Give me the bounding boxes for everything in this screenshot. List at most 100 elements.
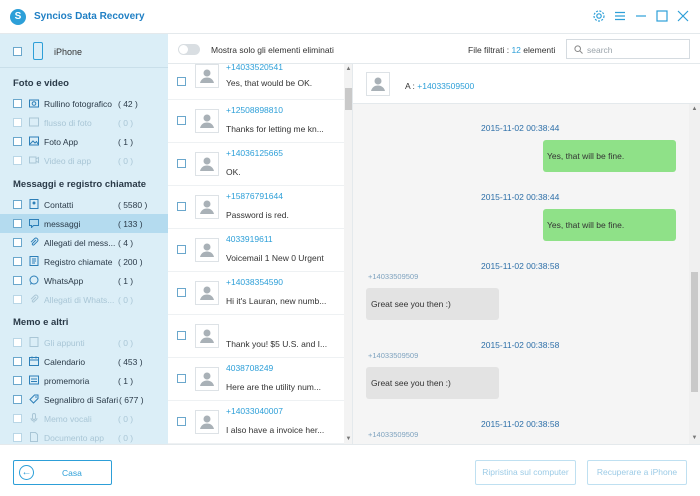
item-checkbox[interactable] bbox=[13, 395, 22, 404]
sidebar-item-app-videos: Video di app ( 0 ) bbox=[0, 151, 168, 170]
sidebar-item-count: ( 5580 ) bbox=[118, 200, 148, 210]
home-button[interactable]: ← Casa bbox=[13, 460, 112, 485]
message-timestamp: 2015-11-02 00:38:44 bbox=[481, 192, 560, 202]
item-checkbox[interactable] bbox=[13, 357, 22, 366]
message-timestamp: 2015-11-02 00:38:58 bbox=[481, 419, 560, 429]
camera-icon bbox=[29, 98, 39, 108]
sidebar-item-message-attachments[interactable]: Allegati del mess... ( 4 ) bbox=[0, 233, 168, 252]
recipient-prefix: A : bbox=[405, 81, 418, 91]
sent-message-bubble: Yes, that will be fine. bbox=[543, 140, 676, 172]
document-icon bbox=[29, 432, 39, 442]
list-item[interactable]: +14036125665 OK. bbox=[168, 143, 344, 186]
sidebar-item-label: Documento app bbox=[44, 433, 105, 443]
search-box[interactable] bbox=[566, 39, 690, 59]
minimize-icon[interactable] bbox=[634, 9, 648, 23]
sidebar-item-contacts[interactable]: Contatti ( 5580 ) bbox=[0, 195, 168, 214]
item-checkbox[interactable] bbox=[177, 374, 186, 383]
filter-suffix: elementi bbox=[520, 45, 556, 55]
recover-to-iphone-button[interactable]: Recuperare a iPhone bbox=[587, 460, 687, 485]
avatar-icon bbox=[195, 152, 219, 176]
sidebar-item-notes: Gli appunti ( 0 ) bbox=[0, 333, 168, 352]
list-item[interactable]: 4038708249 Here are the utility num... bbox=[168, 358, 344, 401]
scrollbar-thumb[interactable] bbox=[691, 272, 698, 392]
conversation-pane: A : +14033509500 2015-11-02 00:38:44 Yes… bbox=[353, 64, 700, 444]
item-checkbox[interactable] bbox=[177, 116, 186, 125]
close-icon[interactable] bbox=[676, 9, 690, 23]
scroll-up-arrow-icon[interactable]: ▲ bbox=[345, 66, 352, 72]
item-checkbox[interactable] bbox=[177, 159, 186, 168]
message-preview: Hi it's Lauran, new numb... bbox=[226, 296, 327, 306]
sidebar-item-count: ( 1 ) bbox=[118, 376, 134, 386]
list-item[interactable]: +14033040007 I also have a invoice her..… bbox=[168, 401, 344, 444]
scroll-down-arrow-icon[interactable]: ▼ bbox=[691, 435, 698, 441]
list-item[interactable]: +15876791644 Password is red. bbox=[168, 186, 344, 229]
scroll-down-arrow-icon[interactable]: ▼ bbox=[345, 436, 352, 442]
message-phone: 4038708249 bbox=[226, 363, 274, 373]
item-checkbox[interactable] bbox=[13, 238, 22, 247]
sidebar-item-label: promemoria bbox=[44, 376, 90, 386]
item-checkbox[interactable] bbox=[13, 376, 22, 385]
item-checkbox bbox=[13, 156, 22, 165]
item-checkbox[interactable] bbox=[177, 288, 186, 297]
sidebar-item-label: Registro chiamate bbox=[44, 257, 113, 267]
filter-prefix: File filtrati : bbox=[468, 45, 512, 55]
sidebar-item-reminders[interactable]: promemoria ( 1 ) bbox=[0, 371, 168, 390]
search-input[interactable] bbox=[587, 43, 685, 56]
title-bar: S Syncios Data Recovery bbox=[0, 0, 700, 34]
sidebar-item-label: Memo vocali bbox=[44, 414, 92, 424]
device-checkbox[interactable] bbox=[13, 47, 22, 56]
sidebar-item-calendar[interactable]: Calendario ( 453 ) bbox=[0, 352, 168, 371]
avatar-icon bbox=[195, 281, 219, 305]
sidebar-item-whatsapp[interactable]: WhatsApp ( 1 ) bbox=[0, 271, 168, 290]
sidebar-item-count: ( 200 ) bbox=[118, 257, 143, 267]
list-item[interactable]: 4033919611 Voicemail 1 New 0 Urgent bbox=[168, 229, 344, 272]
restore-to-computer-button[interactable]: Ripristina sul computer bbox=[475, 460, 576, 485]
sidebar: iPhone Foto e video Rullino fotografico … bbox=[0, 34, 168, 444]
scroll-up-arrow-icon[interactable]: ▲ bbox=[691, 106, 698, 112]
sidebar-item-app-photos[interactable]: Foto App ( 1 ) bbox=[0, 132, 168, 151]
sidebar-item-label: Allegati di Whats... bbox=[44, 295, 115, 305]
sidebar-item-call-log[interactable]: Registro chiamate ( 200 ) bbox=[0, 252, 168, 271]
item-checkbox[interactable] bbox=[13, 276, 22, 285]
device-row[interactable]: iPhone bbox=[0, 34, 168, 68]
message-timestamp: 2015-11-02 00:38:58 bbox=[481, 340, 560, 350]
avatar-icon bbox=[366, 72, 390, 96]
video-icon bbox=[29, 155, 39, 165]
list-item[interactable]: +14033520541 Yes, that would be OK. bbox=[168, 64, 344, 100]
sidebar-item-camera-roll[interactable]: Rullino fotografico ( 42 ) bbox=[0, 94, 168, 113]
sidebar-item-count: ( 0 ) bbox=[118, 118, 134, 128]
item-checkbox[interactable] bbox=[13, 137, 22, 146]
item-checkbox[interactable] bbox=[13, 257, 22, 266]
menu-icon[interactable] bbox=[613, 9, 627, 23]
message-preview: OK. bbox=[226, 167, 241, 177]
message-sender: +14033509509 bbox=[368, 351, 419, 360]
gear-icon[interactable] bbox=[592, 9, 606, 23]
item-checkbox[interactable] bbox=[177, 331, 186, 340]
conversation-scrollbar[interactable]: ▲ ▼ bbox=[689, 104, 700, 444]
item-checkbox[interactable] bbox=[177, 202, 186, 211]
sidebar-item-label: Segnalibro di Safari bbox=[44, 395, 119, 405]
photo-stream-icon bbox=[29, 117, 39, 127]
section-title-photos: Foto e video bbox=[13, 78, 69, 89]
message-list-scrollbar[interactable]: ▲ ▼ bbox=[344, 64, 352, 444]
item-checkbox[interactable] bbox=[177, 245, 186, 254]
message-phone: 4033919611 bbox=[226, 234, 273, 244]
sidebar-item-count: ( 0 ) bbox=[118, 338, 134, 348]
deleted-only-toggle[interactable] bbox=[178, 44, 200, 55]
item-checkbox[interactable] bbox=[13, 219, 22, 228]
item-checkbox[interactable] bbox=[177, 77, 186, 86]
maximize-icon[interactable] bbox=[655, 9, 669, 23]
reminder-icon bbox=[29, 375, 39, 385]
sidebar-item-safari-bookmarks[interactable]: Segnalibro di Safari ( 677 ) bbox=[0, 390, 168, 409]
sidebar-item-messages[interactable]: messaggi ( 133 ) bbox=[0, 214, 168, 233]
sidebar-item-count: ( 1 ) bbox=[118, 137, 134, 147]
item-checkbox[interactable] bbox=[13, 99, 22, 108]
scrollbar-thumb[interactable] bbox=[345, 88, 352, 110]
list-item[interactable]: +12508898810 Thanks for letting me kn... bbox=[168, 100, 344, 143]
message-phone: +14036125665 bbox=[226, 148, 283, 158]
recipient: A : +14033509500 bbox=[405, 81, 474, 91]
list-item[interactable]: Thank you! $5 U.S. and I... bbox=[168, 315, 344, 358]
list-item[interactable]: +14038354590 Hi it's Lauran, new numb... bbox=[168, 272, 344, 315]
item-checkbox[interactable] bbox=[177, 417, 186, 426]
item-checkbox[interactable] bbox=[13, 200, 22, 209]
